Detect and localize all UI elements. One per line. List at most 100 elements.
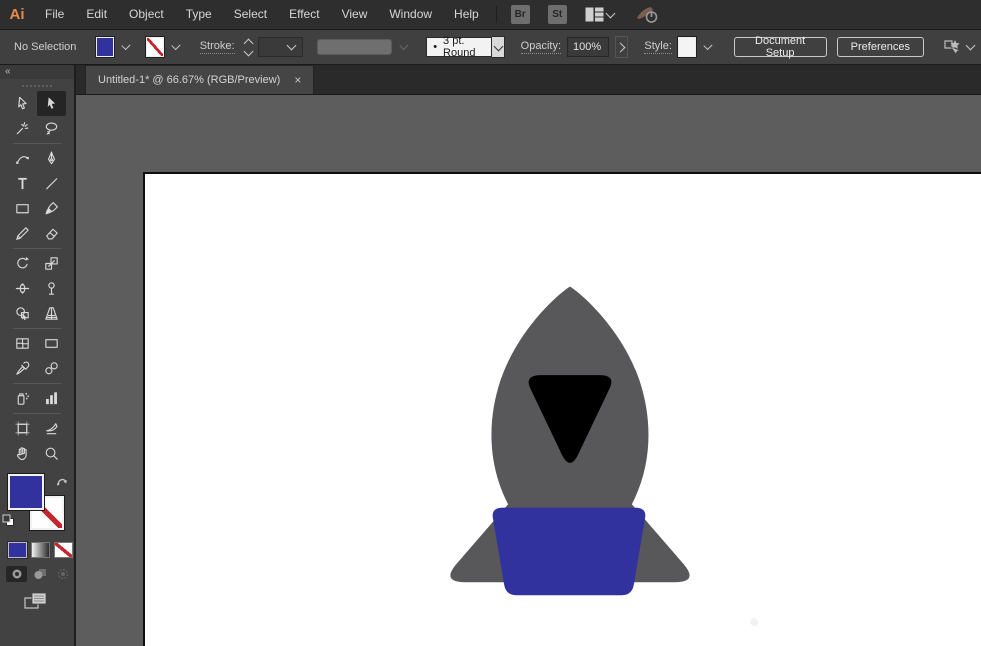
bridge-button[interactable]: Br [510,5,530,24]
toolbar-separator [13,328,61,329]
document-setup-button[interactable]: Document Setup [733,35,827,59]
magic-wand-tool[interactable] [8,116,37,141]
blend-tool[interactable] [37,356,66,381]
change-screen-mode-button[interactable] [24,592,74,616]
menu-item-object[interactable]: Object [118,0,175,29]
gradient-mode-button[interactable] [31,542,50,558]
select-similar-icon [944,40,961,55]
gradient-tool[interactable] [37,331,66,356]
eyedropper-icon [16,361,30,375]
canvas-pasteboard[interactable] [76,95,981,646]
stock-button[interactable]: St [547,5,567,24]
curvature-tool[interactable] [8,146,37,171]
fill-proxy-swatch[interactable] [8,474,44,510]
menu-item-file[interactable]: File [34,0,75,29]
toolbar-drag-grip[interactable] [22,85,52,89]
mesh-tool[interactable] [8,331,37,356]
stepper-down-icon[interactable] [243,46,253,56]
preferences-button[interactable]: Preferences [836,37,924,57]
artboard[interactable] [143,172,981,646]
menu-separator [495,6,497,23]
zoom-tool[interactable] [37,441,66,466]
width-icon [15,283,30,294]
draw-behind-button[interactable] [29,566,50,582]
symbol-sprayer-icon [17,392,30,405]
eraser-tool[interactable] [37,221,66,246]
gpu-performance-icon [636,7,658,23]
style-chevron-down-icon[interactable] [703,40,713,51]
chevron-right-icon [615,42,626,52]
scale-tool[interactable] [37,251,66,276]
none-mode-button[interactable] [54,542,73,558]
menu-item-help[interactable]: Help [443,0,490,29]
fill-chevron-down-icon[interactable] [121,40,131,51]
document-tab[interactable]: Untitled-1* @ 66.67% (RGB/Preview) × [85,65,315,94]
menu-item-window[interactable]: Window [378,0,443,29]
eyedropper-tool[interactable] [8,356,37,381]
stroke-color-swatch[interactable] [146,37,164,57]
direct-selection-icon [18,96,27,110]
width-tool[interactable] [8,276,37,301]
select-similar-button[interactable] [942,38,977,56]
curvature-icon [16,156,29,164]
scale-icon [45,257,58,270]
toolbar-collapse-button[interactable]: « [0,65,74,79]
direct-selection-tool[interactable] [8,91,37,116]
menu-item-select[interactable]: Select [223,0,278,29]
rotate-tool[interactable] [8,251,37,276]
tab-close-icon[interactable]: × [294,74,301,86]
stroke-chevron-down-icon[interactable] [171,40,181,51]
illustrator-window: Ai File Edit Object Type Select Effect View Win… [0,0,981,646]
menu-item-effect[interactable]: Effect [278,0,330,29]
swap-fill-stroke-button[interactable] [56,474,69,492]
brush-definition-combo[interactable]: • 3 pt. Round [426,35,505,59]
pen-tool[interactable] [37,146,66,171]
stroke-weight-label[interactable]: Stroke: [199,40,235,54]
gpu-performance-button[interactable] [635,5,659,24]
puppet-warp-tool[interactable] [37,276,66,301]
artboard-tool[interactable] [8,416,37,441]
pencil-tool[interactable] [8,221,37,246]
app-logo: Ai [9,6,25,23]
default-fill-stroke-button[interactable] [2,514,15,532]
color-mode-button[interactable] [8,542,27,558]
document-tab-bar: Untitled-1* @ 66.67% (RGB/Preview) × [76,65,981,95]
symbol-sprayer-tool[interactable] [8,386,37,411]
fill-color-swatch[interactable] [96,37,115,57]
stroke-weight-stepper[interactable] [243,38,253,56]
shape-builder-tool[interactable] [8,301,37,326]
rectangle-tool[interactable] [8,196,37,221]
paint-mode-buttons [8,542,74,558]
perspective-grid-tool[interactable] [37,301,66,326]
line-segment-tool[interactable] [37,171,66,196]
arrange-documents-button[interactable] [585,7,617,22]
tools-grid [0,91,74,466]
paintbrush-icon [45,202,58,215]
opacity-input[interactable]: 100% [567,37,610,57]
stroke-weight-dropdown[interactable] [257,37,304,57]
selection-status: No Selection [14,41,77,53]
style-swatch[interactable] [677,37,696,57]
type-tool[interactable] [8,171,37,196]
menu-item-view[interactable]: View [331,0,379,29]
style-label[interactable]: Style: [644,40,672,54]
opacity-label[interactable]: Opacity: [520,40,562,54]
draw-normal-button[interactable] [6,566,27,582]
slice-tool[interactable] [37,416,66,441]
body-shape[interactable] [492,507,646,596]
draw-behind-icon [34,569,46,579]
brush-chevron-button[interactable] [492,36,505,58]
opacity-expand-button[interactable] [615,36,629,58]
draw-inside-button [52,566,73,582]
lasso-tool[interactable] [37,116,66,141]
magic-wand-icon [16,122,29,135]
hand-tool[interactable] [8,441,37,466]
selection-icon [47,97,56,109]
menu-item-type[interactable]: Type [175,0,223,29]
column-graph-tool[interactable] [37,386,66,411]
selection-tool[interactable] [37,91,66,116]
control-bar: No Selection Stroke: • 3 pt. Round Opaci… [0,30,981,65]
cursor-speck [750,618,759,627]
paintbrush-tool[interactable] [37,196,66,221]
menu-item-edit[interactable]: Edit [75,0,118,29]
